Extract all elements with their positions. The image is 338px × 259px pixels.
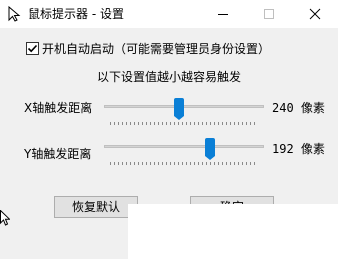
y-distance-label: Y轴触发距离 [24, 147, 92, 161]
window-title: 鼠标提示器 - 设置 [28, 7, 124, 21]
mouse-pointer-icon [6, 5, 22, 22]
slider-thumb[interactable] [204, 138, 215, 160]
restore-defaults-button[interactable]: 恢复默认 [54, 196, 138, 218]
slider-thumb[interactable] [174, 98, 185, 120]
y-distance-unit: 像素 [300, 142, 325, 156]
minimize-icon [218, 14, 228, 15]
occluding-overlay [128, 204, 338, 259]
threshold-hint: 以下设置值越小越容易触发 [96, 70, 241, 84]
maximize-icon [264, 9, 274, 19]
x-distance-number: 240 [272, 101, 294, 115]
x-distance-label: X轴触发距离 [24, 101, 93, 115]
settings-window: 鼠标提示器 - 设置 开机自动启动（可能需要管理员身份设置） 以下设置值越小越容… [0, 0, 338, 259]
mouse-cursor-icon [0, 209, 11, 226]
y-distance-slider[interactable] [104, 138, 264, 168]
y-distance-number: 192 [272, 142, 294, 156]
autostart-checkbox[interactable] [26, 42, 39, 55]
x-distance-unit: 像素 [300, 101, 325, 115]
slider-ticks [110, 122, 258, 125]
close-button[interactable] [292, 0, 338, 28]
maximize-button[interactable] [246, 0, 292, 28]
slider-track[interactable] [104, 145, 264, 148]
slider-ticks [110, 162, 258, 165]
y-distance-value: 192 像素 [272, 141, 325, 157]
x-distance-slider[interactable] [104, 98, 264, 128]
title-bar[interactable]: 鼠标提示器 - 设置 [0, 0, 338, 28]
minimize-button[interactable] [200, 0, 246, 28]
x-distance-value: 240 像素 [272, 100, 325, 116]
autostart-label[interactable]: 开机自动启动（可能需要管理员身份设置） [42, 41, 270, 57]
close-icon [309, 8, 321, 20]
